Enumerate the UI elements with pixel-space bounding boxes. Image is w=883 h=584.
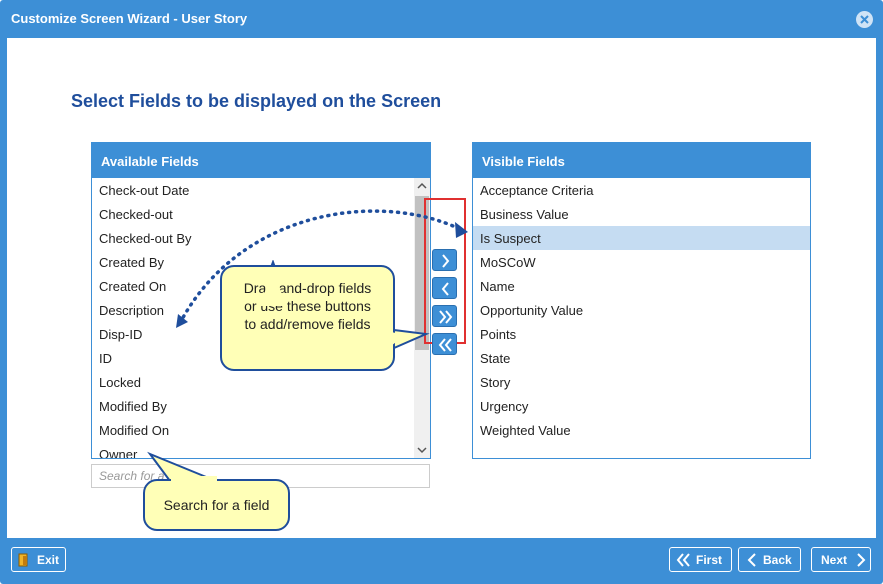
first-label: First — [696, 553, 723, 567]
callout-line-3: to add/remove fields — [244, 316, 371, 332]
next-button[interactable]: Next — [811, 547, 871, 572]
wizard-window: Customize Screen Wizard - User Story Sel… — [0, 0, 883, 584]
callout-tail-cover-2 — [391, 332, 405, 346]
next-label: Next — [821, 553, 848, 567]
chevron-right-icon — [857, 553, 866, 567]
drag-arrow-annotation — [176, 209, 468, 328]
callout-line-1: Drag-and-drop fields — [243, 280, 372, 296]
exit-button[interactable]: Exit — [11, 547, 66, 572]
first-button[interactable]: First — [669, 547, 732, 572]
callout-tail-search-cover — [171, 476, 217, 484]
callout-line-2: or use these buttons — [244, 298, 371, 314]
chevron-left-icon — [747, 553, 756, 567]
double-chevron-left-icon — [676, 553, 690, 567]
exit-label: Exit — [37, 553, 60, 567]
search-callout: Search for a field — [143, 479, 290, 531]
exit-door-icon — [18, 553, 28, 567]
callout-tail-cover — [260, 268, 286, 306]
drag-drop-callout: Drag-and-drop fields or use these button… — [220, 265, 395, 371]
back-button[interactable]: Back — [738, 547, 801, 572]
back-label: Back — [763, 553, 792, 567]
